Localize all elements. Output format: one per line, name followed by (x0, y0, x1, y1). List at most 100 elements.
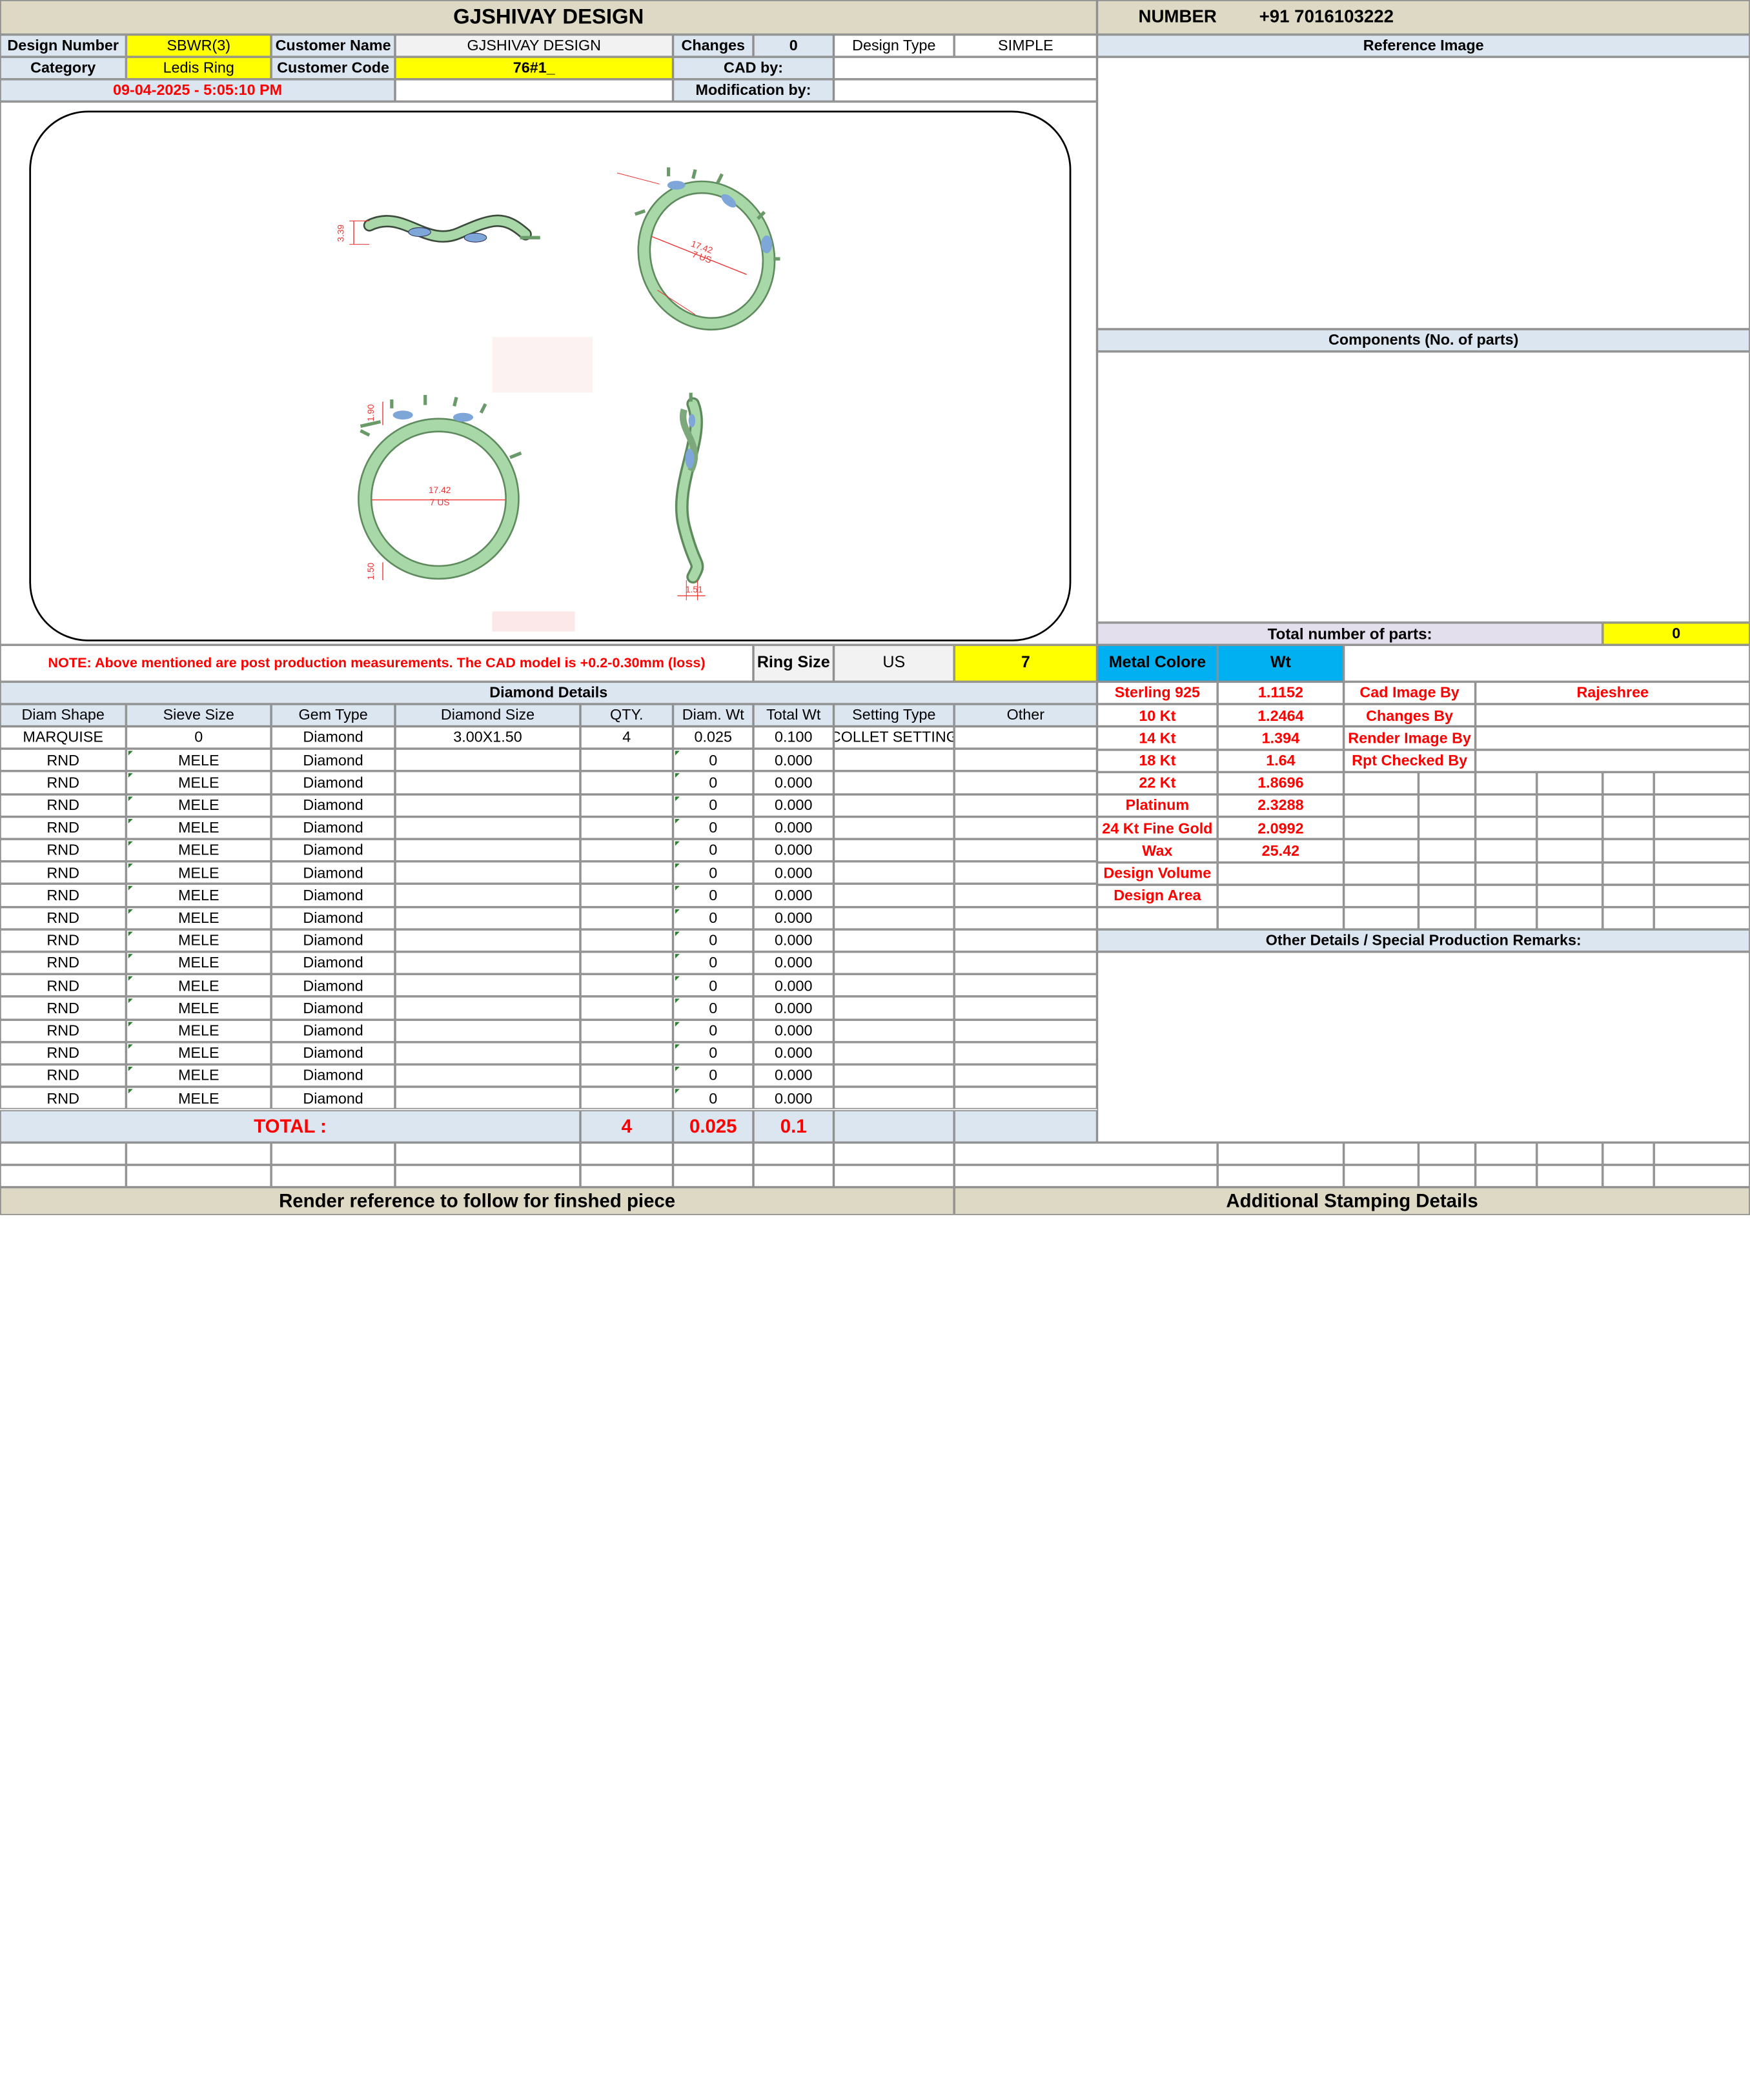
diamond-cell-setting-type[interactable] (833, 1064, 955, 1087)
diamond-cell-diam-wt[interactable]: 0 (673, 929, 754, 952)
diamond-cell-total-wt[interactable]: 0.000 (753, 1087, 834, 1110)
diamond-cell-diam-shape[interactable]: RND (0, 974, 127, 997)
metal-role-person[interactable]: Rajeshree (1475, 681, 1750, 705)
diamond-cell-qty[interactable] (580, 1064, 673, 1087)
diamond-cell-diamond-size[interactable] (395, 883, 581, 907)
diamond-cell-diam-wt[interactable]: 0 (673, 1042, 754, 1065)
diamond-cell-setting-type[interactable] (833, 1019, 955, 1042)
diamond-cell-sieve-size[interactable]: MELE (126, 771, 272, 794)
diamond-cell-total-wt[interactable]: 0.000 (753, 1064, 834, 1087)
diamond-cell-total-wt[interactable]: 0.000 (753, 996, 834, 1020)
diamond-cell-total-wt[interactable]: 0.000 (753, 906, 834, 929)
diamond-cell-diamond-size[interactable]: 3.00X1.50 (395, 726, 581, 749)
diamond-cell-qty[interactable] (580, 1087, 673, 1110)
metal-blank-cell[interactable] (1602, 884, 1654, 907)
diamond-cell-sieve-size[interactable]: MELE (126, 839, 272, 862)
diamond-cell-diam-wt[interactable]: 0 (673, 974, 754, 997)
metal-weight[interactable]: 1.1152 (1217, 681, 1344, 705)
diamond-cell-diam-wt[interactable]: 0 (673, 1087, 754, 1110)
blank-cell[interactable] (1343, 1164, 1419, 1187)
metal-blank-cell[interactable] (1475, 772, 1537, 794)
diamond-cell-gem-type[interactable]: Diamond (271, 1019, 396, 1042)
diamond-cell-other[interactable] (954, 906, 1097, 929)
blank-cell[interactable] (395, 1164, 581, 1187)
diamond-cell-other[interactable] (954, 929, 1097, 952)
diamond-cell-setting-type[interactable] (833, 1087, 955, 1110)
blank-cell[interactable] (753, 1164, 834, 1187)
diamond-cell-setting-type[interactable] (833, 1042, 955, 1065)
metal-blank-cell[interactable] (1602, 862, 1654, 885)
blank-cell[interactable] (126, 1142, 272, 1165)
diamond-cell-qty[interactable] (580, 839, 673, 862)
blank-cell[interactable] (580, 1164, 673, 1187)
diamond-cell-diam-wt[interactable]: 0 (673, 1064, 754, 1087)
diamond-cell-gem-type[interactable]: Diamond (271, 816, 396, 840)
blank-cell[interactable] (1418, 1142, 1476, 1165)
metal-weight[interactable] (1217, 862, 1344, 885)
metal-role-person[interactable] (1475, 704, 1750, 727)
metal-blank-cell[interactable] (1654, 884, 1750, 907)
diamond-cell-total-wt[interactable]: 0.000 (753, 816, 834, 840)
metal-blank-cell[interactable] (1475, 907, 1537, 930)
diamond-cell-setting-type[interactable] (833, 996, 955, 1020)
blank-cell[interactable] (1536, 1142, 1603, 1165)
diamond-cell-diam-shape[interactable]: MARQUISE (0, 726, 127, 749)
diamond-cell-other[interactable] (954, 726, 1097, 749)
metal-blank-cell[interactable] (1536, 839, 1603, 862)
diamond-cell-other[interactable] (954, 816, 1097, 840)
blank-cell[interactable] (126, 1164, 272, 1187)
diamond-cell-setting-type[interactable] (833, 929, 955, 952)
diamond-cell-other[interactable] (954, 883, 1097, 907)
diamond-cell-qty[interactable] (580, 862, 673, 884)
metal-blank-cell[interactable] (1418, 816, 1476, 840)
diamond-cell-diamond-size[interactable] (395, 906, 581, 929)
diamond-cell-setting-type[interactable] (833, 794, 955, 817)
diamond-cell-sieve-size[interactable]: MELE (126, 1087, 272, 1110)
metal-blank-cell[interactable] (1343, 839, 1419, 862)
diamond-cell-diam-shape[interactable]: RND (0, 996, 127, 1020)
diamond-cell-other[interactable] (954, 794, 1097, 817)
metal-blank-cell[interactable] (1654, 862, 1750, 885)
diamond-cell-sieve-size[interactable]: MELE (126, 929, 272, 952)
diamond-cell-setting-type[interactable]: COLLET SETTING (833, 726, 955, 749)
blank-cell[interactable] (833, 1164, 955, 1187)
metal-blank-cell[interactable] (1217, 907, 1344, 930)
diamond-cell-other[interactable] (954, 749, 1097, 772)
diamond-cell-qty[interactable] (580, 883, 673, 907)
diamond-cell-gem-type[interactable]: Diamond (271, 1042, 396, 1065)
diamond-cell-total-wt[interactable]: 0.000 (753, 1019, 834, 1042)
metal-blank-cell[interactable] (1654, 794, 1750, 817)
diamond-cell-sieve-size[interactable]: MELE (126, 996, 272, 1020)
diamond-cell-other[interactable] (954, 996, 1097, 1020)
diamond-cell-diamond-size[interactable] (395, 794, 581, 817)
diamond-cell-diam-shape[interactable]: RND (0, 862, 127, 884)
diamond-cell-diam-wt[interactable]: 0 (673, 906, 754, 929)
diamond-cell-qty[interactable] (580, 974, 673, 997)
diamond-cell-total-wt[interactable]: 0.100 (753, 726, 834, 749)
metal-blank-cell[interactable] (1475, 862, 1537, 885)
blank-cell[interactable] (580, 1142, 673, 1165)
diamond-cell-setting-type[interactable] (833, 771, 955, 794)
diamond-cell-qty[interactable] (580, 794, 673, 817)
diamond-cell-gem-type[interactable]: Diamond (271, 726, 396, 749)
diamond-cell-diamond-size[interactable] (395, 1042, 581, 1065)
diamond-cell-sieve-size[interactable]: MELE (126, 974, 272, 997)
diamond-cell-setting-type[interactable] (833, 816, 955, 840)
metal-blank-cell[interactable] (1475, 884, 1537, 907)
diamond-cell-diam-wt[interactable]: 0 (673, 794, 754, 817)
blank-cell[interactable] (1217, 1142, 1344, 1165)
diamond-cell-setting-type[interactable] (833, 951, 955, 974)
diamond-cell-diam-wt[interactable]: 0 (673, 749, 754, 772)
diamond-cell-sieve-size[interactable]: 0 (126, 726, 272, 749)
metal-blank-cell[interactable] (1475, 794, 1537, 817)
metal-blank-cell[interactable] (1418, 839, 1476, 862)
diamond-cell-gem-type[interactable]: Diamond (271, 771, 396, 794)
metal-blank-cell[interactable] (1536, 907, 1603, 930)
components-area[interactable] (1097, 351, 1750, 623)
category-value[interactable]: Ledis Ring (126, 57, 272, 79)
diamond-cell-diamond-size[interactable] (395, 929, 581, 952)
diamond-cell-qty[interactable] (580, 816, 673, 840)
ring-size-value[interactable]: 7 (954, 645, 1097, 682)
design-type-value[interactable]: SIMPLE (954, 34, 1097, 57)
blank-cell[interactable] (271, 1142, 396, 1165)
